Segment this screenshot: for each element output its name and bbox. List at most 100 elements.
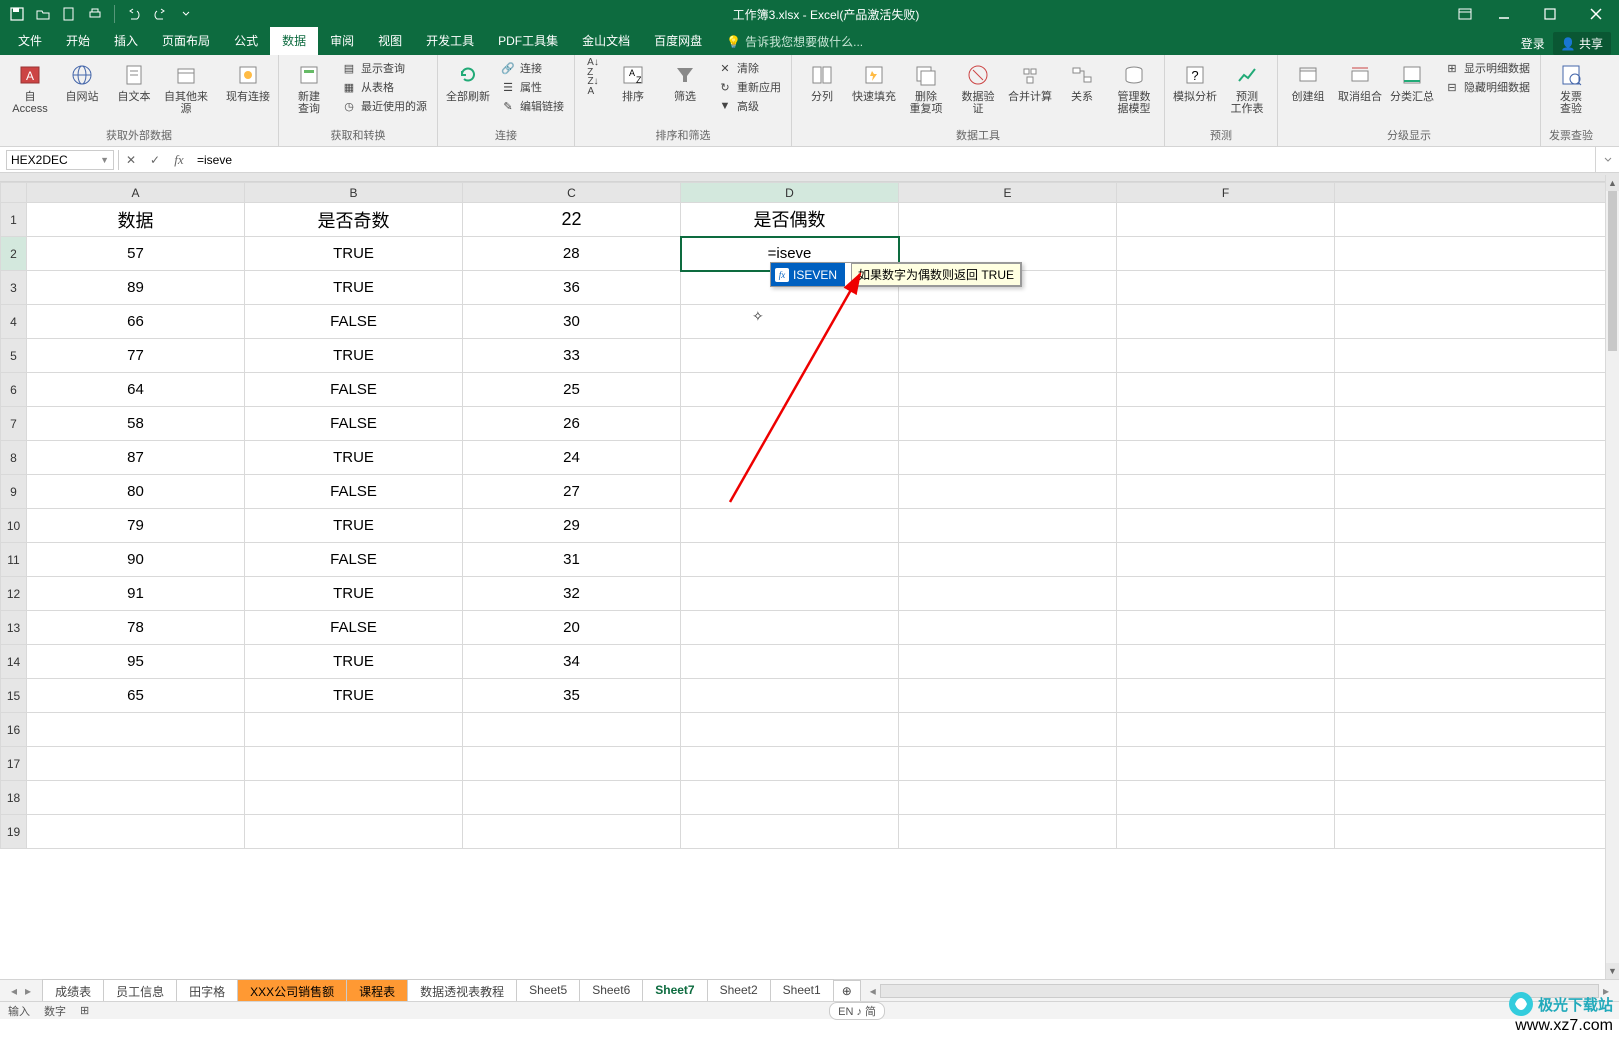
cell[interactable] bbox=[1117, 815, 1335, 849]
row-header[interactable]: 8 bbox=[1, 441, 27, 475]
cell[interactable] bbox=[681, 373, 899, 407]
cell[interactable]: 79 bbox=[27, 509, 245, 543]
cell[interactable] bbox=[1117, 747, 1335, 781]
cell[interactable] bbox=[681, 781, 899, 815]
cell[interactable] bbox=[245, 747, 463, 781]
cell[interactable] bbox=[1117, 339, 1335, 373]
share-button[interactable]: 👤 共享 bbox=[1553, 32, 1611, 55]
show-detail-button[interactable]: ⊞显示明细数据 bbox=[1440, 59, 1534, 77]
cell[interactable] bbox=[245, 781, 463, 815]
cell[interactable] bbox=[1335, 645, 1610, 679]
row-header[interactable]: 15 bbox=[1, 679, 27, 713]
cell[interactable]: FALSE bbox=[245, 475, 463, 509]
remove-dup-button[interactable]: 删除 重复项 bbox=[902, 59, 950, 117]
show-queries-button[interactable]: ▤显示查询 bbox=[337, 59, 431, 77]
cell[interactable] bbox=[681, 577, 899, 611]
cell[interactable]: 32 bbox=[463, 577, 681, 611]
cell[interactable]: 34 bbox=[463, 645, 681, 679]
row-header[interactable]: 3 bbox=[1, 271, 27, 305]
row-header[interactable]: 1 bbox=[1, 203, 27, 237]
qat-more-icon[interactable] bbox=[175, 3, 197, 25]
tab-view[interactable]: 视图 bbox=[366, 27, 414, 55]
cell[interactable] bbox=[1117, 475, 1335, 509]
tab-pdf[interactable]: PDF工具集 bbox=[486, 27, 570, 55]
sheet-tab[interactable]: Sheet5 bbox=[516, 979, 580, 1003]
tab-insert[interactable]: 插入 bbox=[102, 27, 150, 55]
cell[interactable] bbox=[899, 305, 1117, 339]
sort-desc-button[interactable]: Z↓A bbox=[581, 78, 605, 96]
cell[interactable] bbox=[681, 679, 899, 713]
scroll-up-icon[interactable]: ▲ bbox=[1606, 175, 1619, 191]
ungroup-button[interactable]: 取消组合 bbox=[1336, 59, 1384, 105]
sort-asc-button[interactable]: A↓Z bbox=[581, 59, 605, 77]
sheet-tab[interactable]: 员工信息 bbox=[103, 979, 177, 1003]
cell[interactable] bbox=[681, 475, 899, 509]
formula-input[interactable]: =iseve bbox=[191, 153, 1595, 167]
cell[interactable] bbox=[899, 645, 1117, 679]
from-access-button[interactable]: A自 Access bbox=[6, 59, 54, 117]
scroll-thumb[interactable] bbox=[1608, 191, 1617, 351]
cell[interactable] bbox=[899, 373, 1117, 407]
row-header[interactable]: 9 bbox=[1, 475, 27, 509]
row-header[interactable]: 17 bbox=[1, 747, 27, 781]
login-link[interactable]: 登录 bbox=[1521, 35, 1545, 52]
cell[interactable]: TRUE bbox=[245, 645, 463, 679]
cell[interactable]: 66 bbox=[27, 305, 245, 339]
cell[interactable] bbox=[27, 781, 245, 815]
chevron-down-icon[interactable]: ▼ bbox=[100, 155, 109, 165]
row-header[interactable]: 4 bbox=[1, 305, 27, 339]
cell[interactable]: 65 bbox=[27, 679, 245, 713]
cell[interactable] bbox=[1117, 509, 1335, 543]
data-validation-button[interactable]: 数据验 证 bbox=[954, 59, 1002, 117]
sheet-tab[interactable]: XXX公司销售额 bbox=[237, 979, 347, 1003]
from-text-button[interactable]: 自文本 bbox=[110, 59, 158, 105]
cell[interactable] bbox=[899, 679, 1117, 713]
cell[interactable] bbox=[681, 543, 899, 577]
scroll-down-icon[interactable]: ▼ bbox=[1606, 963, 1619, 979]
row-header[interactable]: 12 bbox=[1, 577, 27, 611]
undo-icon[interactable] bbox=[123, 3, 145, 25]
subtotal-button[interactable]: 分类汇总 bbox=[1388, 59, 1436, 105]
row-header[interactable]: 19 bbox=[1, 815, 27, 849]
cell[interactable]: 30 bbox=[463, 305, 681, 339]
sheet-tab[interactable]: Sheet1 bbox=[770, 979, 834, 1003]
cell[interactable] bbox=[1335, 713, 1610, 747]
sheet-tab[interactable]: 成绩表 bbox=[42, 979, 104, 1003]
from-other-button[interactable]: 自其他来源 bbox=[162, 59, 210, 117]
cell[interactable]: 是否偶数 bbox=[681, 203, 899, 237]
cell[interactable] bbox=[1335, 407, 1610, 441]
new-icon[interactable] bbox=[58, 3, 80, 25]
cell[interactable] bbox=[1117, 271, 1335, 305]
from-web-button[interactable]: 自网站 bbox=[58, 59, 106, 105]
print-icon[interactable] bbox=[84, 3, 106, 25]
cell[interactable] bbox=[1335, 373, 1610, 407]
cell[interactable]: FALSE bbox=[245, 407, 463, 441]
cell[interactable] bbox=[463, 781, 681, 815]
cell[interactable]: 36 bbox=[463, 271, 681, 305]
cell[interactable]: 87 bbox=[27, 441, 245, 475]
data-model-button[interactable]: 管理数 据模型 bbox=[1110, 59, 1158, 117]
cell[interactable] bbox=[1117, 305, 1335, 339]
col-header-F[interactable]: F bbox=[1117, 183, 1335, 203]
tab-layout[interactable]: 页面布局 bbox=[150, 27, 222, 55]
cell[interactable] bbox=[1335, 679, 1610, 713]
from-table-button[interactable]: ▦从表格 bbox=[337, 78, 431, 96]
cell[interactable] bbox=[1117, 679, 1335, 713]
vertical-scrollbar[interactable]: ▲ ▼ bbox=[1605, 175, 1619, 979]
hscroll-left-icon[interactable]: ◂ bbox=[866, 984, 880, 998]
cell[interactable] bbox=[27, 815, 245, 849]
cell[interactable] bbox=[1117, 577, 1335, 611]
cell[interactable] bbox=[681, 305, 899, 339]
name-box[interactable]: HEX2DEC▼ bbox=[6, 150, 114, 170]
cell[interactable] bbox=[1117, 373, 1335, 407]
redo-icon[interactable] bbox=[149, 3, 171, 25]
cell[interactable] bbox=[899, 203, 1117, 237]
cell[interactable] bbox=[681, 645, 899, 679]
cell[interactable] bbox=[899, 611, 1117, 645]
cell[interactable]: 91 bbox=[27, 577, 245, 611]
cell[interactable] bbox=[1117, 237, 1335, 271]
tab-jsdoc[interactable]: 金山文档 bbox=[570, 27, 642, 55]
cell[interactable]: TRUE bbox=[245, 271, 463, 305]
tab-home[interactable]: 开始 bbox=[54, 27, 102, 55]
cell[interactable]: 77 bbox=[27, 339, 245, 373]
